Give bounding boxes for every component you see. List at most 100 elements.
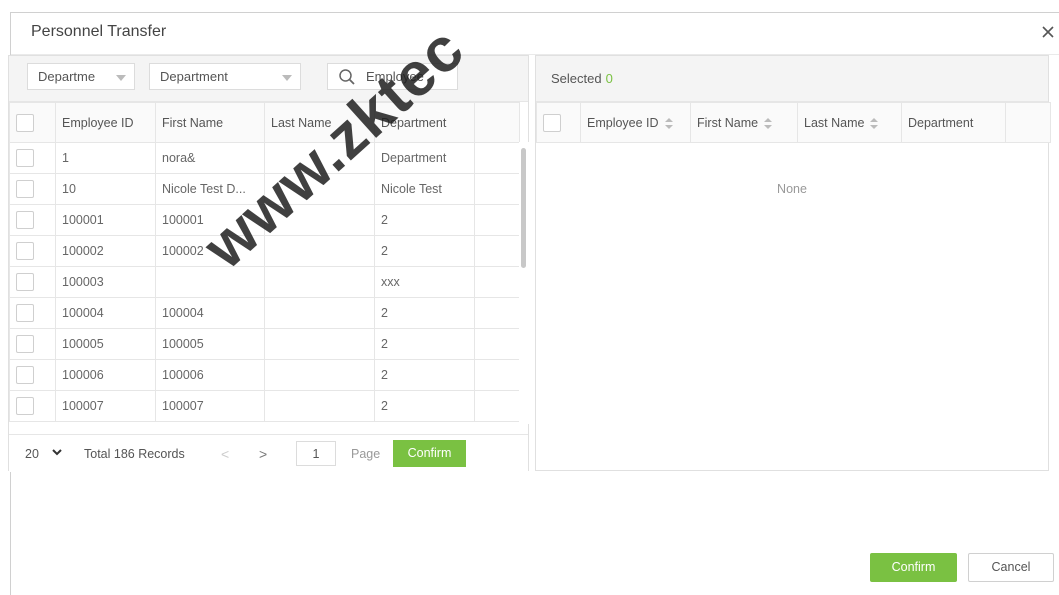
filter-toolbar: Departme Department Employee: [9, 56, 528, 102]
selected-count: 0: [605, 71, 613, 86]
cell-spacer: [474, 359, 520, 391]
chevron-down-icon[interactable]: [51, 446, 63, 458]
table-row[interactable]: 100007 100007 2: [9, 390, 520, 422]
row-checkbox[interactable]: [9, 328, 56, 360]
cell-last-name: [264, 297, 375, 329]
selected-col-employee-id[interactable]: Employee ID: [580, 102, 691, 143]
empty-state-text: None: [777, 182, 807, 196]
page-number-input[interactable]: 1: [296, 441, 336, 466]
cell-last-name: [264, 359, 375, 391]
search-placeholder: Employee: [366, 69, 424, 84]
select-all-checkbox[interactable]: [9, 102, 56, 143]
selected-header-row: Employee ID First Name Last Name Departm…: [536, 102, 1051, 143]
cell-spacer: [474, 142, 520, 174]
selected-col-spacer: [1005, 102, 1051, 143]
cell-spacer: [474, 266, 520, 298]
cell-last-name: [264, 142, 375, 174]
go-to-page-button[interactable]: Confirm: [393, 440, 466, 467]
cell-department: 2: [374, 235, 475, 267]
department-value-select[interactable]: Department: [149, 63, 301, 90]
cell-employee-id: 100007: [55, 390, 156, 422]
cell-department: 2: [374, 297, 475, 329]
cell-spacer: [474, 235, 520, 267]
confirm-button[interactable]: Confirm: [870, 553, 957, 582]
search-icon: [339, 69, 355, 85]
cell-employee-id: 1: [55, 142, 156, 174]
next-page-button[interactable]: >: [259, 446, 267, 462]
cell-spacer: [474, 328, 520, 360]
row-checkbox[interactable]: [9, 204, 56, 236]
table-row[interactable]: 100004 100004 2: [9, 297, 520, 329]
sort-icon: [764, 117, 773, 129]
row-checkbox[interactable]: [9, 359, 56, 391]
row-checkbox[interactable]: [9, 173, 56, 205]
col-department[interactable]: Department: [374, 102, 475, 143]
cell-department: Nicole Test: [374, 173, 475, 205]
cell-employee-id: 10: [55, 173, 156, 205]
cell-department: 2: [374, 204, 475, 236]
cell-first-name: 100007: [155, 390, 265, 422]
chevron-down-icon: [282, 75, 292, 81]
table-header-row: Employee ID First Name Last Name Departm…: [9, 102, 520, 143]
close-icon[interactable]: [1039, 23, 1057, 41]
department-filter-label: Departme: [38, 69, 96, 84]
row-checkbox[interactable]: [9, 142, 56, 174]
cell-first-name: Nicole Test D...: [155, 173, 265, 205]
cell-last-name: [264, 204, 375, 236]
selected-label: Selected 0: [551, 71, 613, 86]
selected-select-all-checkbox[interactable]: [536, 102, 581, 143]
cell-employee-id: 100002: [55, 235, 156, 267]
table-row[interactable]: 100005 100005 2: [9, 328, 520, 360]
cell-last-name: [264, 328, 375, 360]
col-last-name[interactable]: Last Name: [264, 102, 375, 143]
cell-last-name: [264, 266, 375, 298]
table-row[interactable]: 10 Nicole Test D... Nicole Test: [9, 173, 520, 205]
sort-icon: [870, 117, 879, 129]
cell-department: 2: [374, 390, 475, 422]
row-checkbox[interactable]: [9, 235, 56, 267]
table-row[interactable]: 100001 100001 2: [9, 204, 520, 236]
cell-first-name: 100001: [155, 204, 265, 236]
cancel-button[interactable]: Cancel: [968, 553, 1054, 582]
cell-first-name: 100005: [155, 328, 265, 360]
cell-first-name: 100002: [155, 235, 265, 267]
col-first-name[interactable]: First Name: [155, 102, 265, 143]
cell-spacer: [474, 390, 520, 422]
table-row[interactable]: 100002 100002 2: [9, 235, 520, 267]
cell-department: Department: [374, 142, 475, 174]
department-filter-select[interactable]: Departme: [27, 63, 135, 90]
cell-first-name: nora&: [155, 142, 265, 174]
col-employee-id[interactable]: Employee ID: [55, 102, 156, 143]
row-checkbox[interactable]: [9, 390, 56, 422]
selected-panel: Selected 0 Employee ID First Name Last Na…: [535, 55, 1051, 471]
table-row[interactable]: 100006 100006 2: [9, 359, 520, 391]
page-label: Page: [351, 447, 381, 461]
cell-first-name: [155, 266, 265, 298]
selected-table: Employee ID First Name Last Name Departm…: [536, 102, 1051, 143]
cell-department: 2: [374, 328, 475, 360]
cell-employee-id: 100006: [55, 359, 156, 391]
scrollbar-thumb[interactable]: [521, 148, 526, 268]
selected-col-department[interactable]: Department: [901, 102, 1006, 143]
dialog-header: Personnel Transfer: [11, 13, 1059, 55]
employee-search-input[interactable]: Employee: [327, 63, 458, 90]
employee-table: Employee ID First Name Last Name Departm…: [9, 102, 520, 422]
pagination-bar: 20 Total 186 Records < > 1 Page Confirm: [9, 434, 528, 472]
cell-first-name: 100004: [155, 297, 265, 329]
selected-col-last-name[interactable]: Last Name: [797, 102, 902, 143]
dialog-title: Personnel Transfer: [31, 23, 167, 40]
row-checkbox[interactable]: [9, 297, 56, 329]
row-checkbox[interactable]: [9, 266, 56, 298]
cell-employee-id: 100001: [55, 204, 156, 236]
cell-last-name: [264, 235, 375, 267]
table-scrollbar[interactable]: [519, 142, 529, 424]
cell-spacer: [474, 204, 520, 236]
cell-department: 2: [374, 359, 475, 391]
prev-page-button[interactable]: <: [221, 446, 229, 462]
selected-col-first-name[interactable]: First Name: [690, 102, 798, 143]
table-row[interactable]: 1 nora& Department: [9, 142, 520, 174]
table-row[interactable]: 100003 xxx: [9, 266, 520, 298]
page-size-select[interactable]: 20: [25, 447, 39, 461]
cell-last-name: [264, 390, 375, 422]
cell-employee-id: 100003: [55, 266, 156, 298]
